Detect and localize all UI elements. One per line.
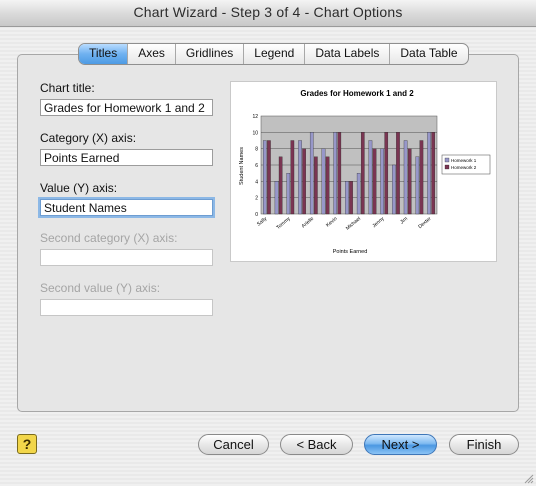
chart-title-field[interactable]: Grades for Homework 1 and 2 (40, 99, 213, 116)
chart-bar (278, 156, 283, 215)
chart-bar (333, 132, 338, 215)
chart-bar (286, 173, 291, 215)
chart-bar (392, 164, 396, 215)
chart-bar (396, 132, 400, 215)
chart-bar (345, 181, 349, 215)
chart-x-tick-label: Jenny (371, 216, 385, 229)
value-y-axis-field[interactable]: Student Names (40, 199, 213, 216)
chart-bar (263, 140, 267, 215)
chart-bar (360, 132, 365, 215)
second-value-y-axis-label: Second value (Y) axis: (40, 281, 161, 295)
chart-y-tick-label: 10 (252, 130, 258, 136)
chart-y-tick-label: 6 (255, 163, 258, 169)
chart-preview-svg: Grades for Homework 1 and 2 Points Earne… (239, 89, 491, 255)
chart-bar (427, 132, 431, 215)
chart-bar (403, 140, 408, 215)
finish-button[interactable]: Finish (449, 434, 519, 455)
chart-bar (384, 132, 389, 215)
chart-bar (274, 181, 279, 215)
category-x-axis-label: Category (X) axis: (40, 131, 137, 145)
chart-y-axis-title: Student Names (239, 147, 245, 185)
chart-bar (302, 148, 306, 215)
tab-data-labels[interactable]: Data Labels (304, 44, 389, 64)
chart-x-tick-label: Jim (399, 216, 409, 226)
window-title: Chart Wizard - Step 3 of 4 - Chart Optio… (133, 4, 403, 20)
chart-bar (380, 148, 384, 215)
value-y-axis-label: Value (Y) axis: (40, 181, 118, 195)
second-category-x-axis-field (40, 249, 213, 266)
tab-titles[interactable]: Titles (79, 44, 128, 64)
back-button[interactable]: < Back (280, 434, 353, 455)
chart-x-tick-label: Kevin (325, 216, 339, 229)
chart-x-axis-title: Points Earned (333, 249, 368, 255)
title-bar: Chart Wizard - Step 3 of 4 - Chart Optio… (0, 0, 536, 27)
tab-axes[interactable]: Axes (127, 44, 175, 64)
chart-bar (356, 173, 361, 215)
chart-bar (372, 148, 377, 215)
second-category-x-axis-label: Second category (X) axis: (40, 231, 178, 245)
tab-legend[interactable]: Legend (243, 44, 304, 64)
chart-y-tick-label: 8 (255, 147, 258, 153)
chart-legend-swatch (444, 164, 450, 170)
category-x-axis-field[interactable]: Points Earned (40, 149, 213, 166)
chart-x-tick-label: Tommy (275, 216, 292, 231)
cancel-button[interactable]: Cancel (198, 434, 269, 455)
chart-bar (321, 148, 326, 215)
chart-bar (337, 132, 342, 215)
chart-bar (349, 181, 353, 215)
tab-data-table[interactable]: Data Table (389, 44, 467, 64)
chart-bar (407, 148, 412, 215)
chart-bar (267, 140, 271, 215)
chart-x-tick-label: Michael (345, 216, 362, 232)
chart-bar (325, 156, 330, 215)
tab-gridlines[interactable]: Gridlines (174, 44, 243, 64)
chart-bar (419, 140, 424, 215)
chart-preview: Grades for Homework 1 and 2 Points Earne… (230, 81, 497, 262)
chart-title: Grades for Homework 1 and 2 (300, 89, 414, 98)
second-value-y-axis-field (40, 299, 213, 316)
chart-title-label: Chart title: (40, 81, 95, 95)
chart-y-tick-label: 4 (255, 179, 258, 185)
chart-bar (368, 140, 373, 215)
chart-legend-swatch (444, 157, 450, 163)
chart-bar (298, 140, 302, 215)
chart-y-tick-label: 2 (255, 196, 258, 202)
chart-bar (309, 132, 314, 215)
options-tab-bar: Titles Axes Gridlines Legend Data Labels… (78, 43, 469, 65)
help-button[interactable]: ? (17, 434, 37, 454)
chart-bar (290, 140, 295, 215)
next-button[interactable]: Next > (364, 434, 437, 455)
chart-y-tick-label: 0 (255, 212, 258, 218)
chart-bar (314, 156, 318, 215)
chart-legend-label: Homework 2 (451, 165, 477, 170)
chart-bar (415, 156, 420, 215)
chart-bar (431, 132, 435, 215)
chart-y-tick-label: 12 (252, 114, 258, 120)
chart-legend-label: Homework 1 (451, 158, 477, 163)
resize-grip-icon[interactable] (523, 473, 534, 484)
chart-x-tick-label: Dexter (417, 216, 432, 230)
chart-x-tick-label: Arielle (301, 216, 316, 230)
